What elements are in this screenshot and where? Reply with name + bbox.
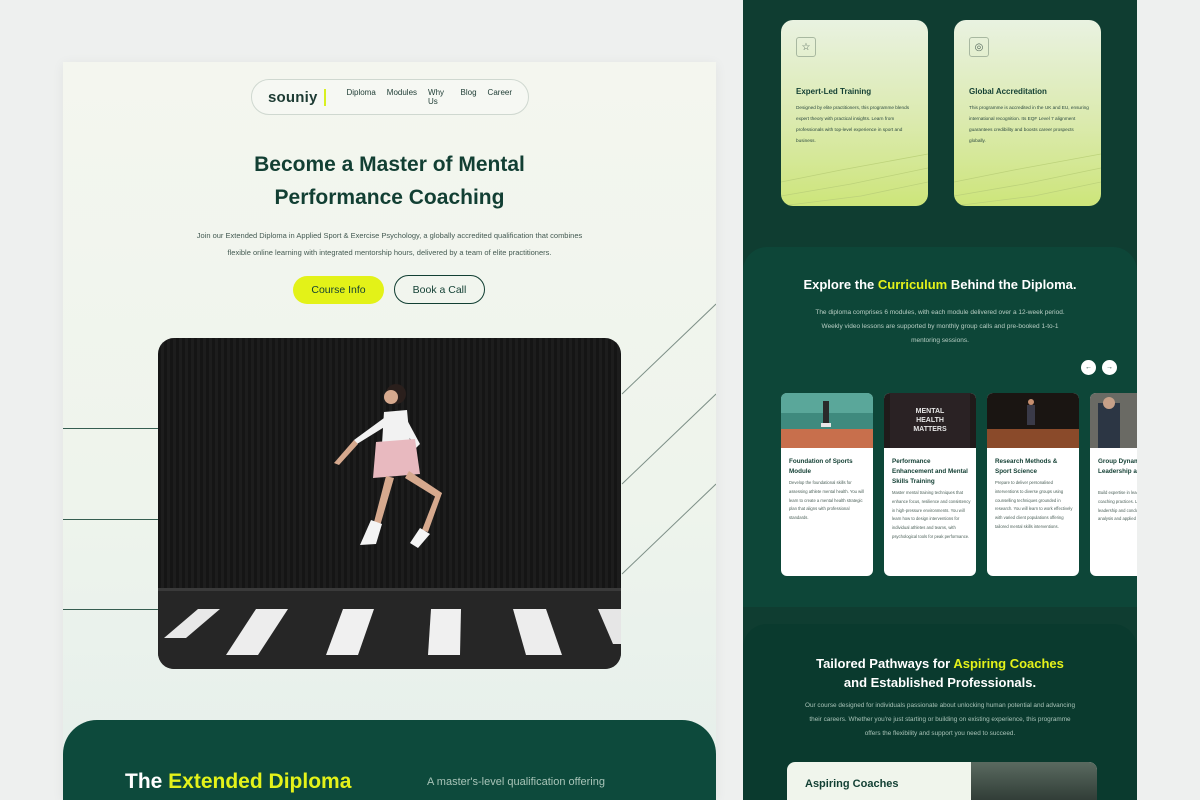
module-title: Research Methods & Sport Science: [995, 458, 1058, 475]
nav-link-modules[interactable]: Modules: [387, 88, 417, 106]
feature-card-expert-led: ☆ Expert-Led Training Designed by elite …: [781, 20, 928, 206]
module-image-court: [781, 393, 873, 448]
aspiring-coaches-image: [971, 762, 1097, 800]
module-title: Foundation of Sports Module: [789, 458, 853, 475]
curriculum-title: Explore the Curriculum Behind the Diplom…: [803, 277, 1077, 292]
pathways-title: Tailored Pathways for Aspiring Coaches a…: [816, 656, 1064, 690]
module-image-shirt: MENTAL HEALTH MATTERS: [884, 393, 976, 448]
feature-text: Designed by elite practitioners, this pr…: [796, 105, 910, 143]
hero-photo-jumping-woman: [158, 338, 621, 669]
card-decorative-lines: [781, 153, 928, 206]
nav-link-diploma[interactable]: Diploma: [346, 88, 375, 106]
landing-page-right: ☆ Expert-Led Training Designed by elite …: [743, 0, 1137, 800]
feature-title: Global Accreditation: [969, 87, 1047, 96]
nav-links: Diploma Modules Why Us Blog Career: [346, 88, 512, 106]
carousel-next-button[interactable]: →: [1102, 360, 1117, 375]
curriculum-description: The diploma comprises 6 modules, with ea…: [815, 309, 1065, 344]
nav-link-why-us[interactable]: Why Us: [428, 88, 450, 106]
pathways-description: Our course designed for individuals pass…: [804, 702, 1075, 737]
module-text: Develop the foundational skills for asse…: [789, 480, 864, 521]
book-call-button[interactable]: Book a Call: [394, 275, 485, 304]
feature-card-global-accreditation: ◎ Global Accreditation This programme is…: [954, 20, 1101, 206]
hero-description: Join our Extended Diploma in Applied Spo…: [196, 231, 583, 257]
extended-diploma-title: The Extended Diploma: [125, 770, 352, 793]
decorative-line: [63, 519, 158, 520]
module-card[interactable]: Foundation of Sports Module Develop the …: [781, 393, 873, 576]
module-image-meeting: [1090, 393, 1137, 448]
module-card[interactable]: Group Dynamics, Leadership and Coaching …: [1090, 393, 1137, 576]
jumping-woman-illustration: [158, 384, 621, 669]
decorative-line: [63, 609, 158, 610]
hero-title: Become a Master of Mental Performance Co…: [254, 153, 525, 209]
shirt-text: MATTERS: [913, 426, 947, 433]
top-nav: souniy Diploma Modules Why Us Blog Caree…: [251, 79, 529, 115]
nav-link-career[interactable]: Career: [488, 88, 512, 106]
aspiring-coaches-title: Aspiring Coaches: [805, 778, 899, 790]
module-card[interactable]: Research Methods & Sport Science Prepare…: [987, 393, 1079, 576]
module-text: Build expertise in leading and developin…: [1098, 490, 1137, 522]
feature-title: Expert-Led Training: [796, 87, 872, 96]
star-icon: ☆: [796, 37, 816, 57]
pathways-section: Tailored Pathways for Aspiring Coaches a…: [743, 624, 1137, 800]
module-text: Prepare to deliver personalised interven…: [995, 480, 1073, 529]
logo[interactable]: souniy: [268, 89, 318, 106]
module-text: Master mental training techniques that e…: [892, 490, 971, 539]
decorative-diagonal-lines: [621, 303, 716, 575]
globe-icon: ◎: [969, 37, 989, 57]
course-info-button[interactable]: Course Info: [293, 276, 384, 304]
card-decorative-lines: [954, 153, 1101, 206]
carousel-prev-button[interactable]: ←: [1081, 360, 1096, 375]
module-image-runner: [987, 393, 1079, 448]
nav-link-blog[interactable]: Blog: [461, 88, 477, 106]
feature-text: This programme is accredited in the UK a…: [969, 105, 1089, 143]
curriculum-section: Explore the Curriculum Behind the Diplom…: [743, 247, 1137, 607]
extended-diploma-subtitle: A master's-level qualification offering: [427, 776, 605, 788]
aspiring-coaches-card[interactable]: Aspiring Coaches: [787, 762, 1097, 800]
extended-diploma-section: The Extended Diploma A master's-level qu…: [63, 720, 716, 800]
module-title: Performance Enhancement and Mental Skill…: [892, 458, 968, 485]
landing-page-left: souniy Diploma Modules Why Us Blog Caree…: [63, 62, 716, 800]
module-title: Group Dynamics, Leadership and Coaching: [1098, 458, 1137, 475]
logo-accent-bar: [323, 88, 327, 106]
shirt-text: HEALTH: [916, 417, 944, 424]
decorative-line: [63, 428, 158, 429]
shirt-text: MENTAL: [916, 408, 945, 415]
module-card[interactable]: MENTAL HEALTH MATTERS Performance Enhanc…: [884, 393, 976, 576]
